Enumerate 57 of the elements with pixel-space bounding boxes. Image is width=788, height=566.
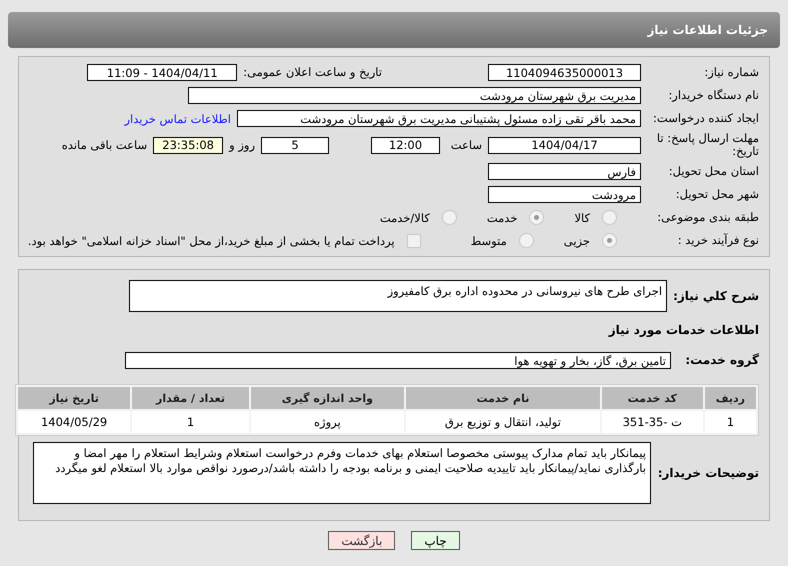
column-header: کد خدمت — [602, 387, 703, 409]
city-field: مرودشت — [488, 186, 641, 203]
buyer-field: مدیریت برق شهرستان مرودشت — [188, 87, 641, 104]
field-label: طبقه بندی موضوعی: — [656, 211, 759, 224]
radio-button[interactable] — [529, 210, 544, 225]
field-label: تاریخ و ساعت اعلان عمومی: — [243, 66, 382, 79]
creator-field: محمد باقر تقی زاده مسئول پشتیبانی مدیریت برق شهرستان مرودشت — [237, 110, 641, 127]
section-heading: اطلاعات خدمات مورد نیاز — [608, 322, 759, 336]
column-header: ردیف — [704, 387, 756, 409]
radio-button[interactable] — [602, 210, 617, 225]
option-label: کالا — [574, 210, 590, 224]
option-label: خدمت — [486, 210, 518, 224]
print-button[interactable]: چاپ — [411, 531, 460, 550]
checkbox[interactable] — [406, 234, 421, 248]
remaining-time-field: 23:35:08 — [153, 136, 224, 154]
table-cell: پروژه — [250, 411, 404, 433]
service-group-field: تامین برق، گاز، بخار و تهویه هوا — [125, 352, 671, 369]
radio-button[interactable] — [518, 233, 534, 248]
field-label: شماره نیاز: — [703, 66, 759, 79]
table-cell: ت -35-351 — [602, 411, 703, 433]
column-header: واحد اندازه گیری — [250, 387, 404, 409]
radio-button[interactable] — [602, 233, 617, 248]
table-cell: 1404/05/29 — [18, 411, 130, 433]
table-cell: تولید، انتقال و توزیع برق — [406, 411, 600, 433]
column-header: تاریخ نیاز — [18, 387, 130, 409]
field-label: روز و — [229, 138, 255, 152]
field-label: ساعت باقی مانده — [62, 138, 148, 152]
time-field: 12:00 — [371, 136, 440, 154]
contact-link[interactable]: اطلاعات تماس خریدار — [124, 112, 231, 126]
buyer-notes-field: پیمانکار باید تمام مدارک پیوستی مخصوصا استعلام بهای خدمات وفرم درخواست استعلام وشرایط استعلام را مهر امضا و بارگذاری نماید/پیمانکار باید تاییدیه صلاحیت ایمنی و برنامه بودجه را داشته باشد/درصورد نواقص موارد بالا استعلام لغو میگردد — [33, 442, 651, 504]
page-title-bar: جزئیات اطلاعات نیاز — [8, 12, 780, 48]
field-label: استان محل تحویل: — [668, 165, 759, 178]
column-header: تعداد / مقدار — [132, 387, 249, 409]
field-label: نوع فرآیند خرید : — [676, 234, 759, 247]
description-field: اجرای طرح های نیروسانی در محدوده اداره برق کامفیروز — [129, 280, 668, 312]
field-label: شهر محل تحویل: — [674, 188, 759, 201]
back-button[interactable]: بازگشت — [328, 531, 396, 550]
column-header: نام خدمت — [406, 387, 600, 409]
option-label: متوسط — [470, 234, 507, 248]
field-label: گروه خدمت: — [684, 354, 759, 367]
field-label: ساعت — [450, 138, 482, 152]
deadline-date-field: 1404/04/17 — [488, 136, 641, 154]
province-field: فارس — [488, 163, 641, 180]
table-cell: 1 — [132, 411, 249, 433]
field-label: مهلت ارسال پاسخ: تا تاریخ: — [656, 132, 759, 158]
radio-button[interactable] — [442, 210, 457, 225]
field-label: شرح کلي نیاز: — [673, 290, 759, 302]
option-label: جزیی — [564, 234, 590, 248]
need-number-field: 1104094635000013 — [488, 64, 641, 81]
field-label: توضیحات خریدار: — [657, 466, 759, 480]
table-cell: 1 — [704, 411, 756, 433]
field-label: نام دستگاه خریدار: — [667, 89, 759, 102]
option-label: کالا/خدمت — [380, 210, 430, 224]
checkbox-label: پرداخت تمام یا بخشی از مبلغ خرید،از محل "اسناد خزانه اسلامی" خواهد بود. — [28, 234, 395, 248]
days-field: 5 — [261, 136, 329, 154]
announce-date-field: 1404/04/11 - 11:09 — [87, 64, 238, 81]
field-label: ایجاد کننده درخواست: — [652, 112, 759, 125]
